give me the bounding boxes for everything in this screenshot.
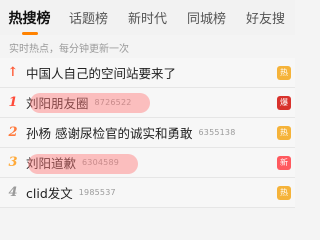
list-item[interactable]: ↑ 中国人自己的空间站要来了 热 [0, 58, 295, 88]
marker-highlight [28, 154, 138, 174]
boom-badge: 爆 [277, 96, 291, 110]
marker-highlight [30, 93, 150, 113]
hot-badge: 热 [277, 66, 291, 80]
list-item[interactable]: 1 刘阳朋友圈 8726522 爆 [0, 88, 295, 118]
hot-badge: 热 [277, 126, 291, 140]
hot-badge: 热 [277, 186, 291, 200]
rank-number: 4 [8, 185, 18, 200]
list-item[interactable]: 4 clid发文 1985537 热 [0, 178, 295, 208]
list-item[interactable]: 2 孙杨 感谢尿检官的诚实和勇敢 6355138 热 [0, 118, 295, 148]
list-item[interactable]: 3 刘阳道歉 6304589 新 [0, 148, 295, 178]
tab-friends[interactable]: 好友搜 [236, 8, 295, 27]
search-count: 1985537 [78, 188, 116, 197]
list-item-title: 孙杨 感谢尿检官的诚实和勇敢 [26, 126, 193, 141]
tab-topics[interactable]: 话题榜 [59, 8, 118, 27]
top-rank-icon: ↑ [7, 65, 19, 80]
rank-number: 1 [8, 95, 18, 110]
update-note: 实时热点，每分钟更新一次 [9, 44, 129, 55]
tab-hot-search[interactable]: 热搜榜 [0, 8, 59, 35]
list-item-title: 中国人自己的空间站要来了 [26, 66, 177, 81]
hot-search-tabs: 热搜榜 话题榜 新时代 同城榜 好友搜 [0, 0, 295, 35]
tab-local[interactable]: 同城榜 [177, 8, 236, 27]
tab-new-era[interactable]: 新时代 [118, 8, 177, 27]
list-item-title: clid发文 [26, 186, 73, 201]
rank-number: 2 [8, 125, 18, 140]
rank-number: 3 [8, 155, 18, 170]
new-badge: 新 [277, 156, 291, 170]
search-count: 6355138 [198, 128, 236, 137]
hot-search-list: ↑ 中国人自己的空间站要来了 热 1 刘阳朋友圈 8726522 爆 2 孙杨 … [0, 58, 295, 208]
